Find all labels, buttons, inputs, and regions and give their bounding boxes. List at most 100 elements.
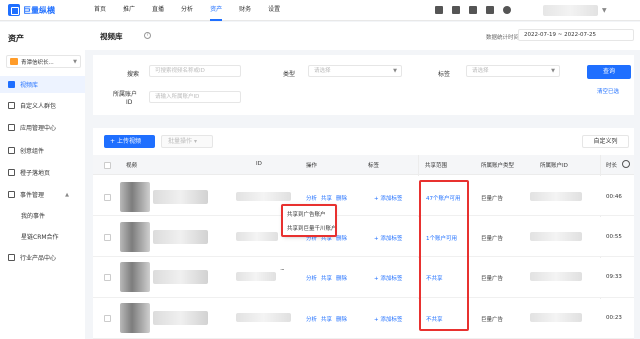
- sidebar-item-video-library[interactable]: 视频库: [0, 76, 85, 93]
- duration: 00:55: [606, 234, 622, 240]
- row-checkbox[interactable]: [104, 234, 111, 241]
- column-actions: 操作: [306, 163, 318, 169]
- video-id: [236, 272, 276, 281]
- gear-icon[interactable]: [622, 160, 630, 168]
- nav-finance[interactable]: 财务: [239, 0, 251, 21]
- duration: 00:23: [606, 315, 622, 321]
- nav-promotion[interactable]: 推广: [123, 0, 135, 21]
- delete-link[interactable]: 删除: [336, 236, 347, 242]
- nav-home[interactable]: 首页: [94, 0, 106, 21]
- sidebar: 资产 青潭信织长... ▼ 视频库 自定义人群包 应用管理中心 创意组件 橙子落…: [0, 22, 85, 339]
- add-tag-link[interactable]: + 添加标签: [374, 315, 402, 323]
- delete-link[interactable]: 删除: [336, 276, 347, 282]
- column-tags: 标签: [368, 163, 380, 169]
- main-nav: 首页 推广 直播 分析 资产 财务 设置: [94, 0, 297, 21]
- nav-analysis[interactable]: 分析: [181, 0, 193, 21]
- nav-assets[interactable]: 资产: [210, 0, 223, 21]
- row-actions: 分析 共享 删除: [306, 274, 351, 282]
- type-label: 类型: [283, 71, 296, 78]
- plus-icon: +: [110, 138, 116, 145]
- nav-live[interactable]: 直播: [152, 0, 164, 21]
- sidebar-item-label: 创意组件: [20, 148, 45, 155]
- people-icon[interactable]: [469, 6, 477, 14]
- tag-label: 标签: [438, 71, 451, 78]
- sidebar-item-label: 应用管理中心: [20, 125, 57, 132]
- video-id: [236, 192, 291, 201]
- account-id: [530, 272, 582, 281]
- video-name: [153, 311, 208, 325]
- share-link[interactable]: 共享: [321, 276, 332, 282]
- document-icon[interactable]: [486, 6, 494, 14]
- share-link[interactable]: 共享: [321, 196, 332, 202]
- add-tag-link[interactable]: + 添加标签: [374, 274, 402, 282]
- chevron-down-icon[interactable]: ▼: [602, 7, 607, 14]
- tag-select[interactable]: 请选择 ▼: [466, 65, 560, 77]
- sidebar-item-app-center[interactable]: 应用管理中心: [0, 119, 85, 136]
- type-select[interactable]: 请选择 ▼: [308, 65, 402, 77]
- video-thumbnail[interactable]: [120, 222, 150, 252]
- account-type: 巨量广告: [481, 276, 504, 282]
- account-avatar[interactable]: [543, 5, 598, 16]
- row-checkbox[interactable]: [104, 274, 111, 281]
- video-thumbnail[interactable]: [120, 262, 150, 292]
- sidebar-item-audience[interactable]: 自定义人群包: [0, 97, 85, 114]
- sidebar-item-my-events[interactable]: 我的事件: [0, 207, 85, 224]
- column-account-type: 所属账户类型: [481, 163, 515, 169]
- help-icon[interactable]: ?: [144, 32, 151, 39]
- sidebar-item-crm[interactable]: 星链CRM合作: [0, 228, 85, 245]
- column-account-id: 所属账户ID: [540, 163, 568, 169]
- brand-logo[interactable]: 巨量纵横: [8, 4, 55, 16]
- app-icon: [8, 124, 15, 131]
- account-select-value: 青潭信织长...: [21, 59, 54, 66]
- account-type: 巨量广告: [481, 236, 504, 242]
- briefcase-icon[interactable]: [452, 6, 460, 14]
- delete-link[interactable]: 删除: [336, 317, 347, 323]
- row-actions: 分析 共享 删除: [306, 315, 351, 323]
- column-video: 视频: [126, 163, 138, 169]
- column-share-scope: 共享范围: [425, 163, 448, 169]
- duration: 00:46: [606, 194, 622, 200]
- type-select-placeholder: 请选择: [314, 68, 331, 74]
- highlight-box-share-scope: [419, 180, 469, 331]
- sidebar-item-industry[interactable]: 行业产品中心: [0, 249, 85, 266]
- search-label: 搜索: [127, 71, 140, 78]
- analyze-link[interactable]: 分析: [306, 196, 317, 202]
- sidebar-item-events[interactable]: 事件管理 ▲: [0, 186, 85, 203]
- video-id: [236, 313, 291, 322]
- mobile-icon[interactable]: [435, 6, 443, 14]
- sidebar-item-landing-page[interactable]: 橙子落地页: [0, 164, 85, 181]
- select-all-checkbox[interactable]: [104, 162, 111, 169]
- date-range-picker[interactable]: 2022-07-19 ~ 2022-07-25: [518, 29, 634, 41]
- add-tag-link[interactable]: + 添加标签: [374, 194, 402, 202]
- upload-video-button[interactable]: + 上传视频: [104, 135, 155, 148]
- row-checkbox[interactable]: [104, 315, 111, 322]
- search-input[interactable]: 可搜索视频名称或ID: [149, 65, 241, 77]
- video-thumbnail[interactable]: [120, 303, 150, 333]
- event-icon: [8, 191, 15, 198]
- account-id-label: 所属账户: [113, 91, 138, 98]
- add-tag-link[interactable]: + 添加标签: [374, 234, 402, 242]
- video-name: [153, 190, 208, 204]
- tag-select-placeholder: 请选择: [472, 68, 489, 74]
- nav-settings[interactable]: 设置: [268, 0, 280, 21]
- bell-icon[interactable]: [503, 6, 511, 14]
- sidebar-item-creative[interactable]: 创意组件: [0, 142, 85, 159]
- analyze-link[interactable]: 分析: [306, 317, 317, 323]
- custom-columns-button[interactable]: 自定义列: [582, 135, 629, 148]
- query-button[interactable]: 查询: [587, 65, 631, 79]
- row-checkbox[interactable]: [104, 194, 111, 201]
- video-thumbnail[interactable]: [120, 182, 150, 212]
- chevron-down-icon: ▼: [551, 68, 555, 74]
- account-select[interactable]: 青潭信织长... ▼: [6, 55, 81, 68]
- more-options-icon[interactable]: ···: [280, 266, 285, 274]
- sidebar-item-label: 事件管理: [20, 192, 45, 199]
- sidebar-title: 资产: [8, 34, 24, 43]
- account-type: 巨量广告: [481, 317, 504, 323]
- delete-link[interactable]: 删除: [336, 196, 347, 202]
- batch-operation-button[interactable]: 批量操作 ▾: [161, 135, 213, 148]
- analyze-link[interactable]: 分析: [306, 276, 317, 282]
- share-link[interactable]: 共享: [321, 317, 332, 323]
- account-id-input[interactable]: 请输入所属账户ID: [149, 91, 241, 103]
- highlight-box-share-menu: [281, 204, 337, 237]
- clear-filters-link[interactable]: 清空已选: [597, 87, 619, 95]
